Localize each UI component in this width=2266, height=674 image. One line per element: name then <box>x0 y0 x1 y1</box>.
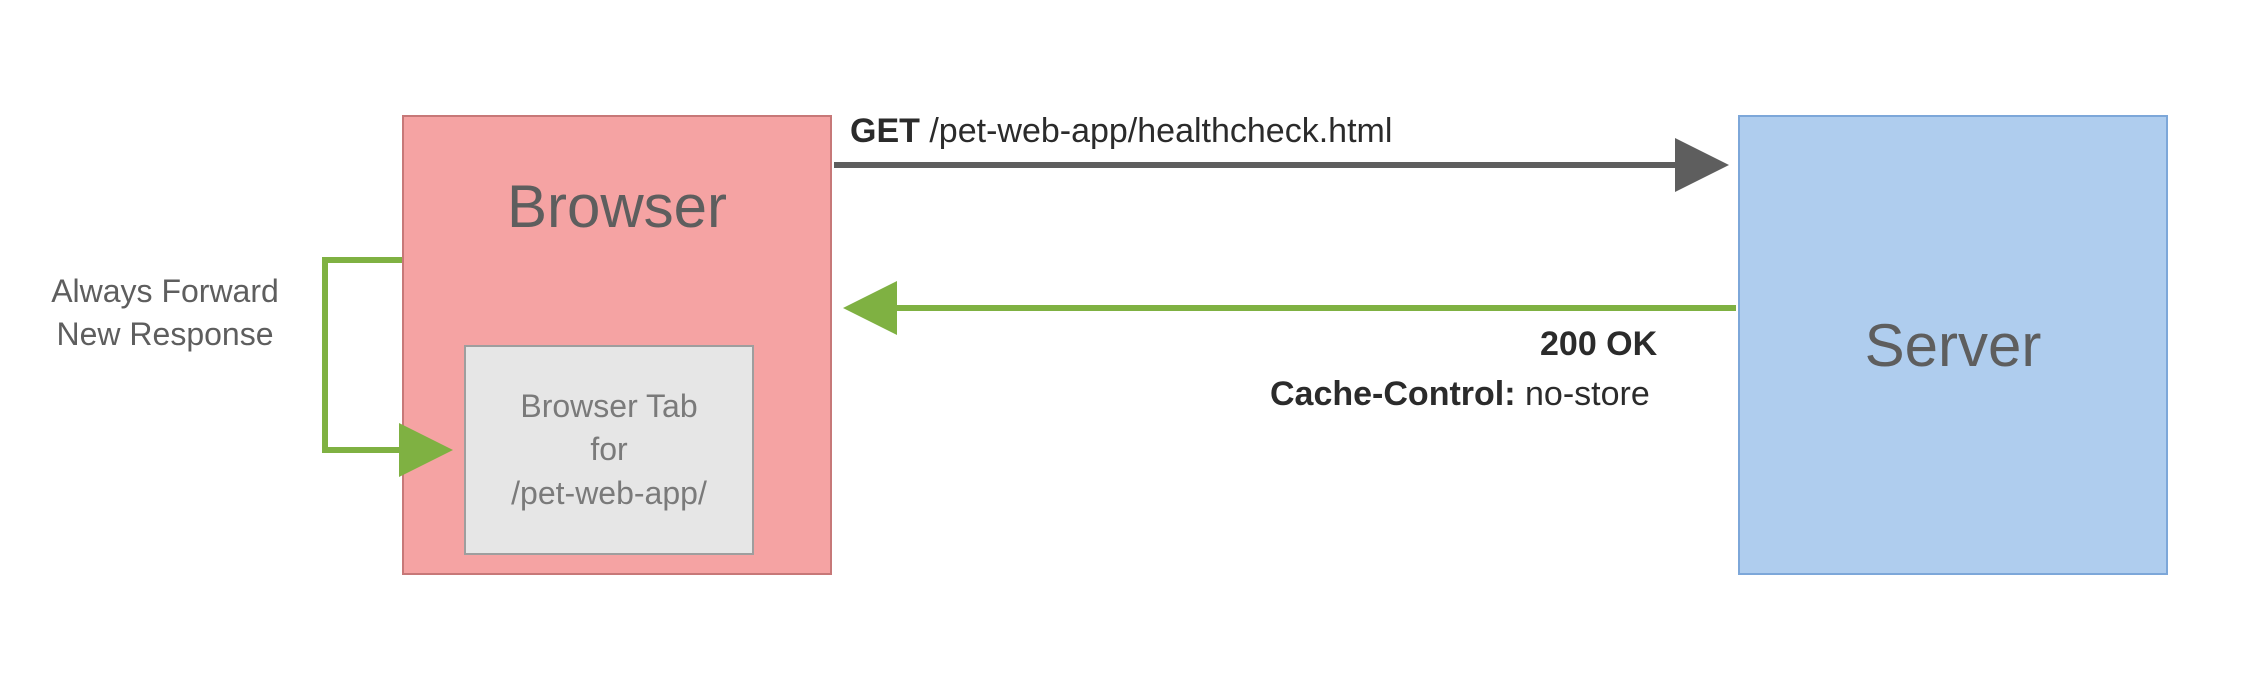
request-method: GET <box>850 112 920 150</box>
browser-tab-line1: Browser Tab <box>520 385 697 428</box>
forward-note-line2: New Response <box>20 313 310 356</box>
browser-tab-line2: for <box>590 428 627 471</box>
response-cache-header: Cache-Control: no-store <box>1270 375 1650 414</box>
request-path: /pet-web-app/healthcheck.html <box>920 112 1392 150</box>
request-label: GET /pet-web-app/healthcheck.html <box>850 112 1392 151</box>
browser-box: Browser Browser Tab for /pet-web-app/ <box>402 115 832 575</box>
response-header-name: Cache-Control: <box>1270 375 1516 413</box>
server-box: Server <box>1738 115 2168 575</box>
browser-title: Browser <box>404 172 830 241</box>
forward-note-line1: Always Forward <box>20 270 310 313</box>
response-header-value: no-store <box>1516 375 1650 413</box>
forward-note: Always Forward New Response <box>20 270 310 356</box>
browser-tab-line3: /pet-web-app/ <box>511 472 707 515</box>
diagram-stage: Browser Browser Tab for /pet-web-app/ Se… <box>0 0 2266 674</box>
browser-tab-box: Browser Tab for /pet-web-app/ <box>464 345 754 555</box>
response-status: 200 OK <box>1540 325 1657 364</box>
server-title: Server <box>1865 311 2042 380</box>
